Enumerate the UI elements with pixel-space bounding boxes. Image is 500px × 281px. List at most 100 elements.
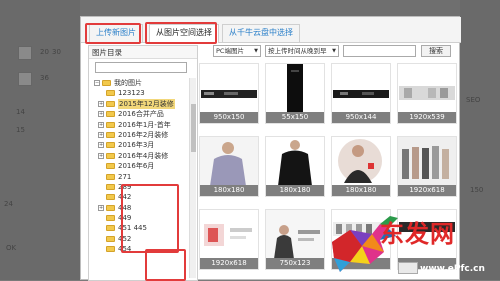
image-size-caption: 1920x618 bbox=[398, 185, 456, 196]
folder-item[interactable]: + 2016年4月装修 bbox=[92, 151, 188, 161]
highlight-box bbox=[145, 22, 217, 44]
folder-label: 2016年3月 bbox=[118, 141, 155, 150]
filter-bar: PC端图片 ▼ 按上传时间从晚到早 ▼ 搜索 bbox=[213, 45, 459, 58]
image-thumbnail bbox=[398, 64, 456, 113]
folder-label: 2016年4月装修 bbox=[118, 151, 169, 160]
tab-qianniu-cloud[interactable]: 从千牛云盘中选择 bbox=[222, 24, 300, 42]
folder-icon bbox=[106, 100, 115, 107]
bg-label: 150 bbox=[470, 186, 484, 194]
search-button[interactable]: 搜索 bbox=[421, 45, 451, 57]
bg-label: 36 bbox=[40, 74, 49, 82]
expand-icon[interactable]: + bbox=[98, 204, 104, 211]
folder-icon bbox=[106, 131, 115, 138]
folder-icon bbox=[106, 183, 115, 190]
folder-item[interactable]: + 2016年1月-首年 bbox=[92, 120, 188, 130]
image-tile[interactable]: 1920x618 bbox=[199, 209, 259, 270]
image-size-caption: 180x180 bbox=[266, 185, 324, 196]
folder-item[interactable]: + 2016年3月 bbox=[92, 140, 188, 150]
chevron-down-icon: ▼ bbox=[254, 48, 258, 54]
folder-label: 271 bbox=[118, 172, 132, 181]
sort-select[interactable]: 按上传时间从晚到早 ▼ bbox=[265, 45, 339, 57]
folder-scrollbar[interactable] bbox=[189, 78, 196, 278]
expand-icon[interactable]: + bbox=[98, 142, 104, 149]
folder-label: 2015年12月装修 bbox=[118, 98, 175, 110]
image-size-caption: 1920x618 bbox=[200, 258, 258, 269]
sort-select-value: 按上传时间从晚到早 bbox=[268, 47, 327, 55]
image-thumbnail bbox=[266, 64, 324, 113]
image-search-input[interactable] bbox=[343, 45, 416, 57]
image-tile[interactable]: 180x180 bbox=[265, 136, 325, 197]
highlight-box bbox=[121, 184, 179, 253]
bg-label: 24 bbox=[4, 200, 13, 208]
image-tile[interactable]: 950x144 bbox=[331, 63, 391, 124]
bg-label: 15 bbox=[16, 126, 25, 134]
folder-label: 我的图片 bbox=[114, 79, 142, 87]
image-thumbnail bbox=[200, 137, 258, 186]
folder-label: 2016合并产品 bbox=[118, 110, 164, 119]
folder-icon bbox=[106, 215, 115, 222]
expand-icon[interactable]: + bbox=[98, 100, 104, 107]
expand-icon[interactable]: + bbox=[98, 131, 104, 138]
bg-label: 14 bbox=[16, 108, 25, 116]
folder-search-input[interactable] bbox=[95, 62, 187, 73]
folder-item[interactable]: + 2016年2月装修 bbox=[92, 130, 188, 140]
folder-root[interactable]: − 我的图片 bbox=[92, 78, 188, 88]
bg-button bbox=[18, 46, 32, 60]
expand-icon[interactable]: + bbox=[98, 152, 104, 159]
source-select[interactable]: PC端图片 ▼ bbox=[213, 45, 261, 57]
image-size-caption: 55x150 bbox=[266, 112, 324, 123]
bg-label: 30 bbox=[52, 48, 61, 56]
image-tile[interactable]: 1920x618 bbox=[397, 136, 457, 197]
highlight-box bbox=[85, 23, 141, 44]
folder-icon bbox=[102, 80, 111, 86]
folder-item[interactable]: 123123 bbox=[92, 88, 188, 98]
highlight-box bbox=[145, 249, 186, 281]
folder-icon bbox=[106, 152, 115, 159]
image-size-caption: 180x180 bbox=[332, 185, 390, 196]
folder-icon bbox=[106, 225, 115, 232]
expand-icon[interactable]: + bbox=[98, 121, 104, 128]
bg-label: OK bbox=[6, 244, 17, 252]
folder-icon bbox=[106, 246, 115, 253]
image-thumbnail bbox=[266, 137, 324, 186]
folder-icon bbox=[106, 194, 115, 201]
folder-icon bbox=[106, 90, 115, 97]
bg-button bbox=[18, 72, 32, 86]
folder-icon bbox=[106, 235, 115, 242]
folder-label: 2016年1月-首年 bbox=[118, 120, 171, 129]
folder-label: 2016年2月装修 bbox=[118, 130, 169, 139]
image-tile[interactable]: 180x180 bbox=[331, 136, 391, 197]
folder-icon bbox=[106, 173, 115, 180]
image-tile[interactable]: 1920x539 bbox=[397, 63, 457, 124]
image-size-caption: 180x180 bbox=[200, 185, 258, 196]
watermark-text: 东发网 bbox=[380, 219, 455, 248]
folder-icon bbox=[106, 111, 115, 118]
image-thumbnail bbox=[398, 137, 456, 186]
image-size-caption: 950x150 bbox=[200, 112, 258, 123]
folder-item[interactable]: 2016年6月 bbox=[92, 161, 188, 171]
confirm-button[interactable] bbox=[398, 262, 418, 274]
bg-label: 20 bbox=[40, 48, 49, 56]
image-thumbnail bbox=[332, 137, 390, 186]
image-tile[interactable]: 180x180 bbox=[199, 136, 259, 197]
folder-tree-header: 图片目录 bbox=[89, 46, 197, 59]
expand-icon[interactable]: + bbox=[98, 111, 104, 118]
collapse-icon[interactable]: − bbox=[94, 80, 100, 86]
image-tile[interactable]: 55x150 bbox=[265, 63, 325, 124]
chevron-down-icon: ▼ bbox=[332, 48, 336, 54]
folder-item[interactable]: 271 bbox=[92, 172, 188, 182]
folder-icon bbox=[106, 121, 115, 128]
bg-label: SEO bbox=[466, 96, 481, 104]
image-size-caption: 950x144 bbox=[332, 112, 390, 123]
image-size-caption: 1920x539 bbox=[398, 112, 456, 123]
image-tile[interactable]: 950x150 bbox=[199, 63, 259, 124]
folder-item[interactable]: + 2016合并产品 bbox=[92, 109, 188, 119]
bg-left-panel bbox=[0, 0, 80, 280]
folder-label: 2016年6月 bbox=[118, 162, 155, 171]
folder-icon bbox=[106, 204, 115, 211]
folder-icon bbox=[106, 142, 115, 149]
source-select-value: PC端图片 bbox=[216, 47, 244, 55]
folder-item-selected[interactable]: + 2015年12月装修 bbox=[92, 98, 188, 110]
scrollbar-thumb[interactable] bbox=[191, 104, 196, 152]
image-thumbnail bbox=[200, 210, 258, 259]
